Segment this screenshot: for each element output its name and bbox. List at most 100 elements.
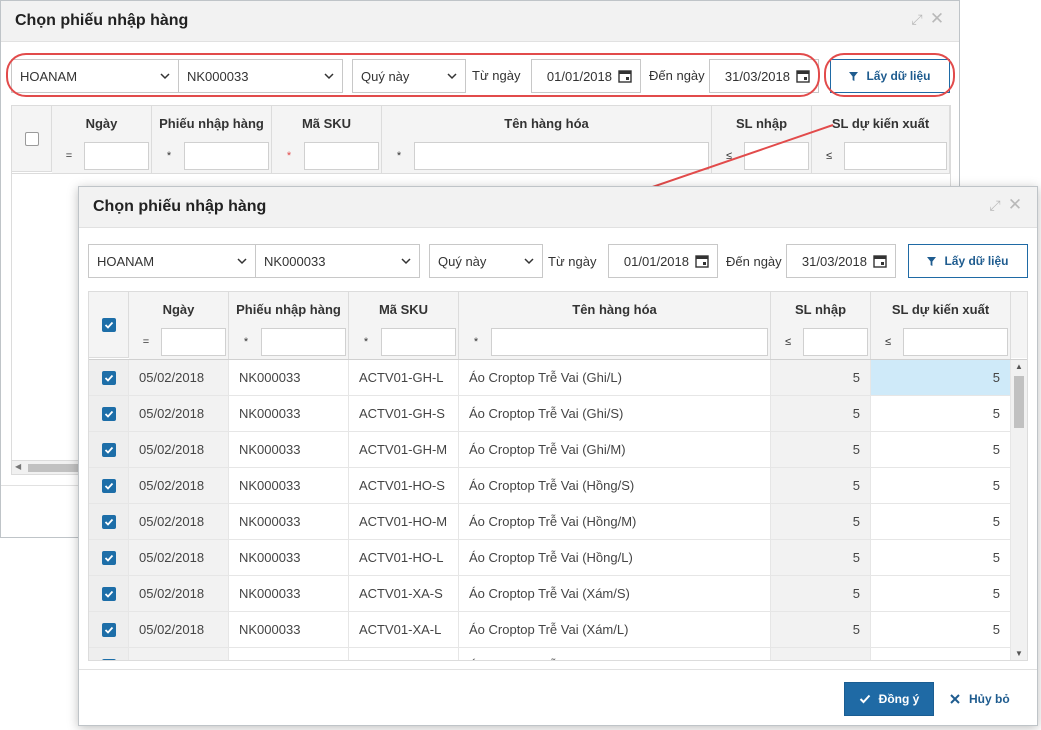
cell-date[interactable]: 05/02/2018 <box>129 648 229 660</box>
cell-qty-out[interactable]: 5 <box>871 432 1011 467</box>
warehouse-select[interactable]: HOANAM <box>88 244 256 278</box>
operator-label[interactable]: = <box>131 336 161 348</box>
scroll-thumb[interactable] <box>28 464 78 472</box>
cell-receipt[interactable]: NK000033 <box>229 648 349 660</box>
filter-date-input[interactable] <box>161 328 226 356</box>
table-row[interactable]: 05/02/2018 NK000033 ACTV01-XA-L Áo Croptop … <box>89 612 1011 648</box>
cell-sku[interactable]: ACTV01-HO-L <box>349 540 459 575</box>
vertical-scrollbar[interactable]: ▲ ▼ <box>1011 360 1027 660</box>
back-col-name[interactable]: Tên hàng hóa <box>382 106 712 140</box>
operator-label[interactable]: * <box>461 336 491 348</box>
cell-name[interactable]: Áo Croptop Trễ Vai (Hồng/S) <box>459 468 771 503</box>
filter-date[interactable]: = <box>129 325 229 359</box>
back-filter-qty-out-input[interactable] <box>844 142 947 170</box>
cell-qty-in[interactable]: 5 <box>771 504 871 539</box>
cell-receipt[interactable]: NK000033 <box>229 612 349 647</box>
back-col-date[interactable]: Ngày <box>52 106 152 140</box>
cell-qty-out[interactable]: 5 <box>871 648 1011 660</box>
cell-qty-in[interactable]: 5 <box>771 540 871 575</box>
row-checkbox-cell[interactable] <box>89 612 129 647</box>
cell-receipt[interactable]: NK000033 <box>229 432 349 467</box>
operator-label[interactable]: * <box>274 150 304 162</box>
checkbox-checked-icon[interactable] <box>101 406 116 421</box>
cell-name[interactable]: Áo Croptop Trễ Vai (Hồng/M) <box>459 504 771 539</box>
back-from-date-input[interactable]: 01/01/2018 <box>531 59 641 93</box>
filter-name-input[interactable] <box>491 328 768 356</box>
cell-sku[interactable]: ACTV01-GH-L <box>349 360 459 395</box>
operator-label[interactable]: ≤ <box>714 150 744 162</box>
cell-sku[interactable]: ACTV01-GH-M <box>349 432 459 467</box>
scroll-left-icon[interactable]: ◀ <box>15 462 21 471</box>
operator-label[interactable]: * <box>154 150 184 162</box>
operator-label[interactable]: ≤ <box>873 336 903 348</box>
back-receipt-select[interactable]: NK000033 <box>178 59 343 93</box>
checkbox-icon[interactable] <box>24 131 39 146</box>
back-fetch-button[interactable]: Lấy dữ liệu <box>830 59 950 93</box>
col-qty-in[interactable]: SL nhập <box>771 292 871 326</box>
table-row[interactable]: 05/02/2018 NK000033 ACTV01-GH-S Áo Croptop … <box>89 396 1011 432</box>
cell-name[interactable]: Áo Croptop Trễ Vai (Hồng/L) <box>459 540 771 575</box>
back-filter-qty-in[interactable]: ≤ <box>712 139 812 173</box>
back-filter-name-input[interactable] <box>414 142 709 170</box>
table-row[interactable]: 05/02/2018 NK000033 ACTV01-XA-S Áo Croptop … <box>89 576 1011 612</box>
scroll-thumb[interactable] <box>1014 376 1024 428</box>
cell-name[interactable]: Áo Croptop Trễ Vai (Ghi/L) <box>459 360 771 395</box>
row-checkbox-cell[interactable] <box>89 396 129 431</box>
cell-qty-out[interactable]: 5 <box>871 612 1011 647</box>
row-checkbox-cell[interactable] <box>89 468 129 503</box>
cell-qty-out[interactable]: 5 <box>871 360 1011 395</box>
cell-sku[interactable]: ACTV01-HO-M <box>349 504 459 539</box>
checkbox-checked-icon[interactable] <box>101 442 116 457</box>
back-filter-sku[interactable]: * <box>272 139 382 173</box>
cell-sku[interactable]: ACTV01-XA-L <box>349 612 459 647</box>
back-filter-sku-input[interactable] <box>304 142 379 170</box>
cell-date[interactable]: 05/02/2018 <box>129 396 229 431</box>
back-filter-receipt-input[interactable] <box>184 142 269 170</box>
back-filter-date[interactable]: = <box>52 139 152 173</box>
from-date-input[interactable]: 01/01/2018 <box>608 244 718 278</box>
cell-date[interactable]: 05/02/2018 <box>129 576 229 611</box>
row-checkbox-cell[interactable] <box>89 360 129 395</box>
row-checkbox-cell[interactable] <box>89 504 129 539</box>
back-select-all[interactable] <box>12 106 52 172</box>
cell-sku[interactable]: ACTV01-GH-S <box>349 396 459 431</box>
checkbox-checked-icon[interactable] <box>101 586 116 601</box>
operator-label[interactable]: = <box>54 150 84 162</box>
cell-qty-out[interactable]: 5 <box>871 468 1011 503</box>
checkbox-checked-icon[interactable] <box>101 658 116 660</box>
table-row[interactable]: 05/02/2018 NK000033 ACTV01-HO-L Áo Croptop … <box>89 540 1011 576</box>
cell-qty-out[interactable]: 5 <box>871 396 1011 431</box>
cell-sku[interactable]: ACTV01-XA-S <box>349 576 459 611</box>
col-qty-out[interactable]: SL dự kiến xuất <box>871 292 1011 326</box>
row-checkbox-cell[interactable] <box>89 540 129 575</box>
filter-qty-in[interactable]: ≤ <box>771 325 871 359</box>
back-warehouse-select[interactable]: HOANAM <box>11 59 179 93</box>
cell-sku[interactable]: ACTV01-XA-M <box>349 648 459 660</box>
fetch-data-button[interactable]: Lấy dữ liệu <box>908 244 1028 278</box>
back-to-date-input[interactable]: 31/03/2018 <box>709 59 819 93</box>
table-row[interactable]: 05/02/2018 NK000033 ACTV01-HO-S Áo Croptop … <box>89 468 1011 504</box>
checkbox-checked-icon[interactable] <box>101 370 116 385</box>
col-date[interactable]: Ngày <box>129 292 229 326</box>
filter-sku[interactable]: * <box>349 325 459 359</box>
back-col-qty-out[interactable]: SL dự kiến xuất <box>812 106 950 140</box>
col-name[interactable]: Tên hàng hóa <box>459 292 771 326</box>
table-row[interactable]: 05/02/2018NK000033ACTV01-XA-MÁo Croptop … <box>89 648 1011 660</box>
checkbox-checked-icon[interactable] <box>101 622 116 637</box>
cell-receipt[interactable]: NK000033 <box>229 540 349 575</box>
filter-name[interactable]: * <box>459 325 771 359</box>
cell-qty-in[interactable]: 5 <box>771 396 871 431</box>
operator-label[interactable]: * <box>231 336 261 348</box>
back-col-sku[interactable]: Mã SKU <box>272 106 382 140</box>
cell-name[interactable]: Áo Croptop Trễ Vai (Xám/S) <box>459 576 771 611</box>
cell-qty-in[interactable]: 5 <box>771 648 871 660</box>
back-filter-name[interactable]: * <box>382 139 712 173</box>
back-col-qty-in[interactable]: SL nhập <box>712 106 812 140</box>
operator-label[interactable]: * <box>351 336 381 348</box>
filter-receipt-input[interactable] <box>261 328 346 356</box>
cell-name[interactable]: Áo Croptop Trễ Vai (Xám/L) <box>459 612 771 647</box>
scroll-up-icon[interactable]: ▲ <box>1015 362 1023 371</box>
cell-date[interactable]: 05/02/2018 <box>129 612 229 647</box>
cell-date[interactable]: 05/02/2018 <box>129 432 229 467</box>
cell-qty-out[interactable]: 5 <box>871 540 1011 575</box>
